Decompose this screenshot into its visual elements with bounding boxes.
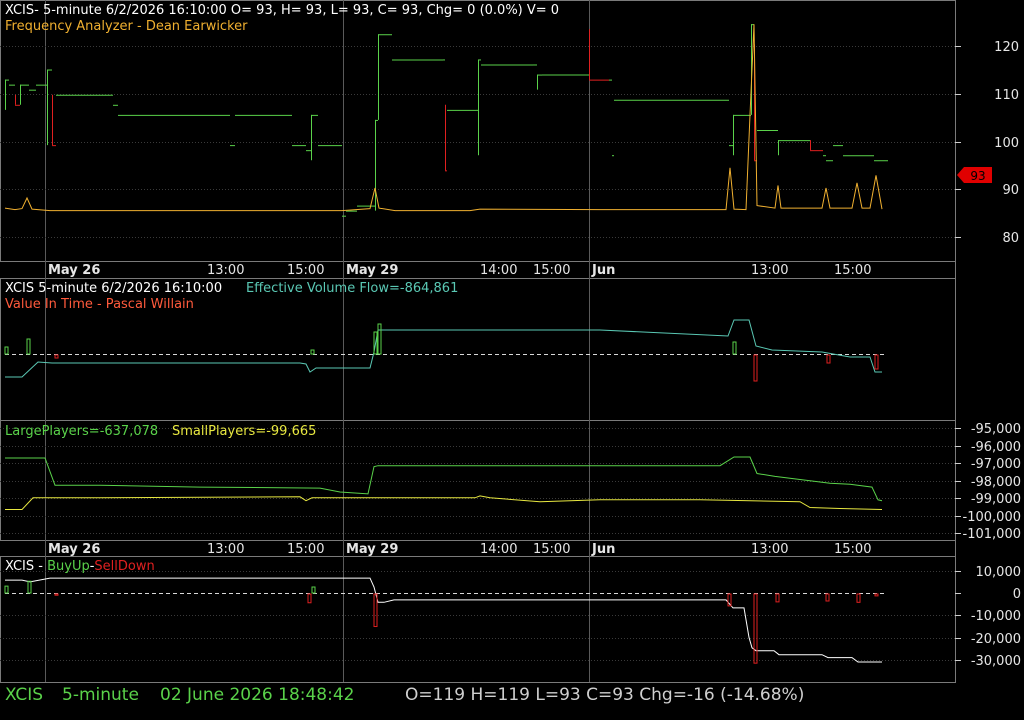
players-tick-label: -95,000 xyxy=(971,422,1021,437)
players-tick-label: -98,000 xyxy=(971,475,1021,490)
buysell-tick-label: 10,000 xyxy=(976,565,1022,580)
time-axis-label: Jun xyxy=(591,263,615,278)
time-axis-label: 13:00 xyxy=(207,263,244,278)
time-axis-label: 15:00 xyxy=(533,542,570,557)
buysell-tick-label: 0 xyxy=(1013,587,1021,602)
buysell-grid xyxy=(0,571,955,661)
price-panel-header: XCIS- 5-minute 6/2/2026 16:10:00 O= 93, … xyxy=(5,3,559,18)
players-tick-label: -99,000 xyxy=(971,492,1021,507)
status-datetime: 02 June 2026 18:48:42 xyxy=(160,685,355,705)
players-tick-label: -100,000 xyxy=(963,510,1021,525)
sell-down-bar xyxy=(874,593,879,597)
time-axis-label: 14:00 xyxy=(480,263,517,278)
time-separators xyxy=(45,0,590,682)
value-in-time-label: Value In Time - Pascal Willain xyxy=(5,297,194,312)
buysell-series xyxy=(4,577,882,664)
time-axis-label: 15:00 xyxy=(287,542,324,557)
time-axis-label: 13:00 xyxy=(207,542,244,557)
buysell-prefix: XCIS - xyxy=(5,559,47,574)
sell-down-bar xyxy=(825,593,830,602)
time-axis-label: 13:00 xyxy=(751,542,788,557)
players-tick-label: -96,000 xyxy=(971,440,1021,455)
buysell-tick-label: -10,000 xyxy=(971,609,1021,624)
status-ohlc: O=119 H=119 L=93 C=93 Chg=-16 (-14.68%) xyxy=(405,685,805,705)
frequency-analyzer-label: Frequency Analyzer - Dean Earwicker xyxy=(5,19,248,34)
time-axis-label: May 26 xyxy=(48,263,100,278)
price-tick-label: 80 xyxy=(1002,231,1019,246)
time-axis-label: 15:00 xyxy=(834,542,871,557)
players-tick-label: -101,000 xyxy=(963,527,1021,542)
frequency-analyzer-series xyxy=(4,24,883,212)
volume-flow-series xyxy=(4,319,882,382)
flow-up-bar xyxy=(26,338,31,355)
small-players-line xyxy=(5,495,883,510)
flow-up-bar xyxy=(4,346,9,355)
frequency-analyzer-line xyxy=(4,24,883,212)
buysell-tick-label: -20,000 xyxy=(971,632,1021,647)
time-axis-label: May 29 xyxy=(346,263,398,278)
sell-down-bar xyxy=(54,593,59,596)
flow-up-bar xyxy=(732,341,737,355)
time-axis-label: May 26 xyxy=(48,542,100,557)
status-symbol: XCIS xyxy=(5,685,44,705)
sell-down-label: SellDown xyxy=(94,559,154,574)
buysell-cumulative-line xyxy=(5,577,882,663)
effective-volume-flow-label: Effective Volume Flow=-864,861 xyxy=(246,281,458,296)
effective-volume-flow-line xyxy=(5,319,882,378)
sell-down-bar xyxy=(775,593,780,603)
buy-up-label: BuyUp xyxy=(47,559,90,574)
last-value-text: 93 xyxy=(970,169,985,183)
flow-up-bar xyxy=(377,323,382,355)
chart-canvas[interactable]: 120 110 100 90 80 -95,000 -96,000 -97,00… xyxy=(0,0,1024,720)
price-tick-label: 90 xyxy=(1002,183,1019,198)
buysell-panel-header: XCIS - BuyUp-SellDown xyxy=(5,559,155,574)
status-bar: XCIS 5-minute 02 June 2026 18:48:42 O=11… xyxy=(0,682,1024,720)
small-players-label: SmallPlayers=-99,665 xyxy=(172,424,316,439)
time-axis-label: 15:00 xyxy=(834,263,871,278)
status-interval: 5-minute xyxy=(62,685,139,705)
price-tick-label: 100 xyxy=(994,136,1019,151)
price-tick-label: 110 xyxy=(994,88,1019,103)
time-axis-label: 13:00 xyxy=(751,263,788,278)
time-axis-label: 15:00 xyxy=(287,263,324,278)
sell-down-bar xyxy=(856,593,861,603)
buysell-tick-label: -30,000 xyxy=(971,654,1021,669)
price-tick-label: 120 xyxy=(994,40,1019,55)
time-axis-label: Jun xyxy=(591,542,615,557)
players-tick-label: -97,000 xyxy=(971,457,1021,472)
time-axis-label: 15:00 xyxy=(533,263,570,278)
time-axis-label: May 29 xyxy=(346,542,398,557)
flow-up-bar xyxy=(310,349,315,355)
flow-down-bar xyxy=(826,354,831,364)
buy-up-bar xyxy=(27,580,32,594)
flow-down-bar xyxy=(753,354,758,382)
sell-down-bar xyxy=(307,593,312,604)
flow-down-bar xyxy=(54,354,59,359)
price-grid xyxy=(0,46,955,238)
last-value-tag: 93 xyxy=(957,167,992,183)
buy-up-bar xyxy=(4,585,9,594)
sell-down-bar xyxy=(373,593,378,628)
time-axis-label: 14:00 xyxy=(480,542,517,557)
players-series xyxy=(5,456,883,510)
buy-up-bar xyxy=(311,586,316,594)
sell-down-bar xyxy=(753,593,758,664)
large-players-label: LargePlayers=-637,078 xyxy=(5,424,158,439)
flow-panel-symbol: XCIS 5-minute 6/2/2026 16:10:00 xyxy=(5,281,222,296)
flow-down-bar xyxy=(874,354,879,370)
